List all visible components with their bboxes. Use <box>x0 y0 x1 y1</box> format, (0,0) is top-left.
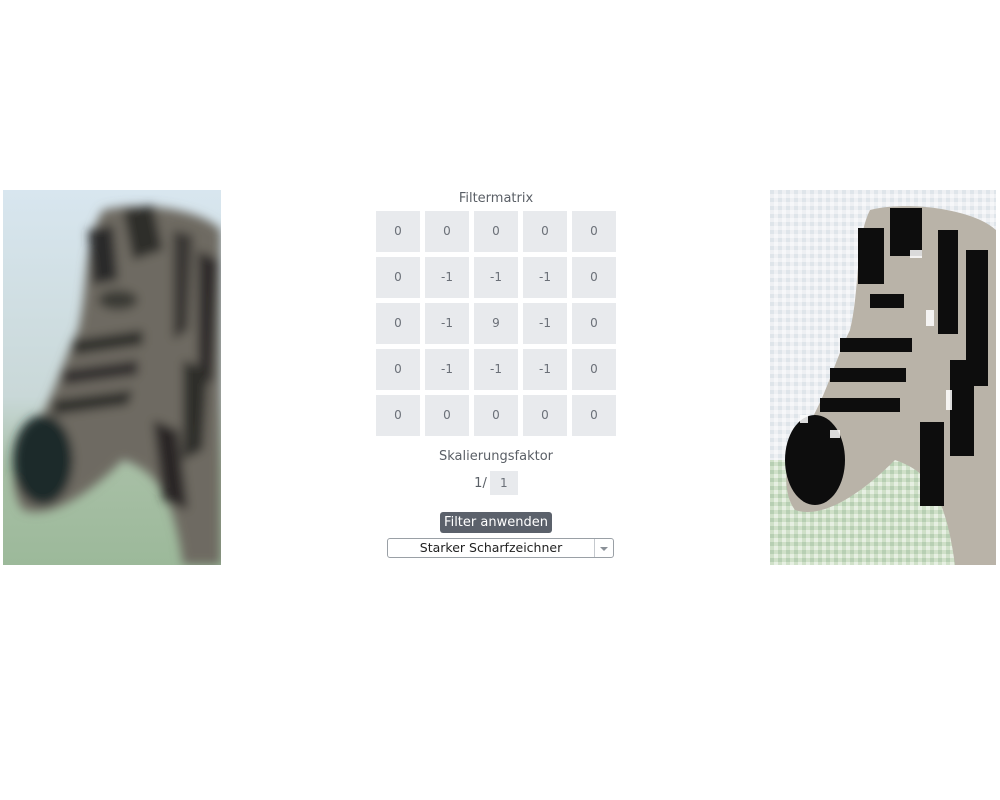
matrix-cell[interactable]: -1 <box>474 257 518 298</box>
filter-preset-value: Starker Scharfzeichner <box>419 540 563 555</box>
matrix-cell[interactable]: 0 <box>523 395 567 436</box>
matrix-cell[interactable]: 0 <box>376 395 420 436</box>
matrix-cell[interactable]: 0 <box>425 211 469 252</box>
matrix-cell[interactable]: 0 <box>572 211 616 252</box>
matrix-cell[interactable]: -1 <box>523 303 567 344</box>
filter-preset-select[interactable]: Starker Scharfzeichner <box>386 538 614 558</box>
matrix-cell[interactable]: 0 <box>376 349 420 390</box>
apply-filter-button[interactable]: Filter anwenden <box>440 512 552 533</box>
matrix-cell[interactable]: 0 <box>572 349 616 390</box>
filter-matrix-title: Filtermatrix <box>458 191 534 206</box>
matrix-cell[interactable]: 0 <box>572 257 616 298</box>
matrix-cell[interactable]: 0 <box>474 211 518 252</box>
matrix-cell[interactable]: 0 <box>474 395 518 436</box>
scale-factor-label: Skalierungsfaktor <box>438 449 554 464</box>
matrix-cell[interactable]: 9 <box>474 303 518 344</box>
matrix-cell[interactable]: 0 <box>376 211 420 252</box>
filtered-image <box>770 190 996 565</box>
original-image <box>3 190 221 565</box>
matrix-cell[interactable]: 0 <box>376 257 420 298</box>
matrix-cell[interactable]: 0 <box>572 395 616 436</box>
filter-panel: Filtermatrix 0 0 0 0 0 0 -1 -1 -1 0 0 -1… <box>376 190 616 558</box>
matrix-cell[interactable]: 0 <box>523 211 567 252</box>
matrix-cell[interactable]: 0 <box>572 303 616 344</box>
filter-matrix: 0 0 0 0 0 0 -1 -1 -1 0 0 -1 9 -1 0 0 -1 … <box>376 211 616 436</box>
chevron-down-icon[interactable] <box>593 539 613 557</box>
matrix-cell[interactable]: -1 <box>474 349 518 390</box>
matrix-cell[interactable]: -1 <box>425 303 469 344</box>
matrix-cell[interactable]: 0 <box>376 303 420 344</box>
matrix-cell[interactable]: -1 <box>425 349 469 390</box>
matrix-cell[interactable]: -1 <box>523 349 567 390</box>
scale-factor-input[interactable]: 1 <box>489 471 518 495</box>
matrix-cell[interactable]: -1 <box>425 257 469 298</box>
matrix-cell[interactable]: 0 <box>425 395 469 436</box>
scale-factor-row: 1/ 1 <box>376 471 616 495</box>
matrix-cell[interactable]: -1 <box>523 257 567 298</box>
scale-factor-prefix: 1/ <box>474 475 487 491</box>
